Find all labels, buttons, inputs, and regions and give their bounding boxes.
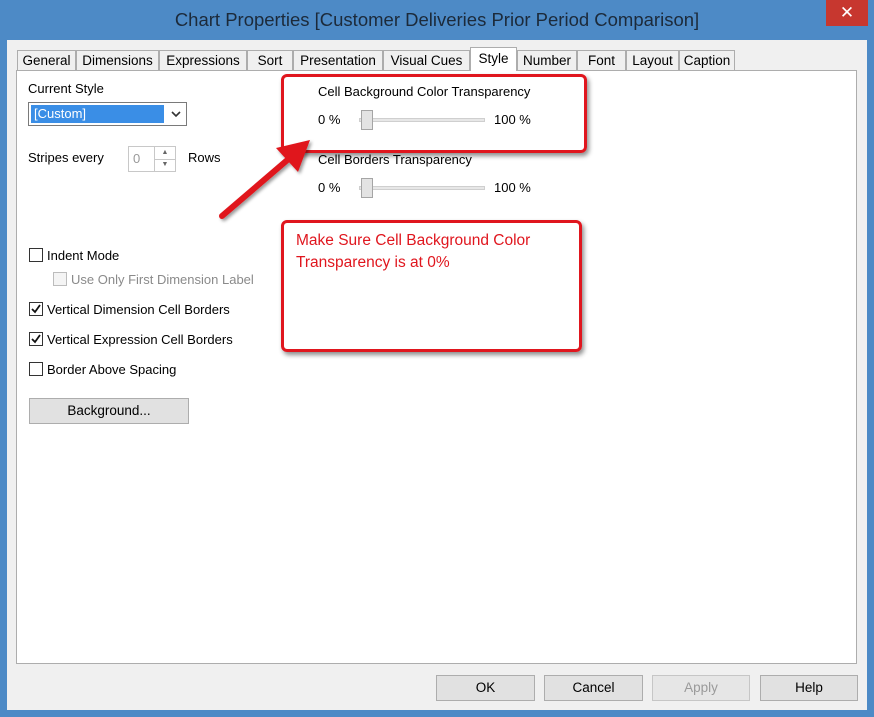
- close-icon: ✕: [839, 3, 855, 22]
- tab-expressions[interactable]: Expressions: [159, 50, 247, 70]
- first-dimension-label-checkbox[interactable]: [53, 272, 67, 286]
- tab-sort[interactable]: Sort: [247, 50, 293, 70]
- checkmark-icon: [31, 304, 41, 314]
- stripes-value: 0: [133, 151, 141, 166]
- style-tab-panel: Current Style [Custom] Stripes every 0 ▲…: [16, 70, 857, 664]
- tab-font[interactable]: Font: [577, 50, 626, 70]
- cell-borders-slider-thumb[interactable]: [361, 178, 373, 198]
- tab-style[interactable]: Style: [470, 47, 517, 71]
- border-above-spacing-label: Border Above Spacing: [47, 362, 177, 377]
- cell-borders-transparency-label: Cell Borders Transparency: [318, 152, 472, 167]
- chevron-down-icon: [171, 111, 181, 118]
- tab-number[interactable]: Number: [517, 50, 577, 70]
- checkmark-icon: [31, 334, 41, 344]
- annotation-text: Make Sure Cell Background Color Transpar…: [296, 232, 531, 271]
- stripes-every-label: Stripes every: [28, 150, 104, 165]
- cell-borders-transparency-slider[interactable]: [359, 186, 485, 190]
- border-above-spacing-checkbox[interactable]: [29, 362, 43, 376]
- indent-mode-checkbox[interactable]: [29, 248, 43, 262]
- help-button[interactable]: Help: [760, 675, 858, 701]
- cancel-button[interactable]: Cancel: [544, 675, 643, 701]
- window-title: Chart Properties [Customer Deliveries Pr…: [174, 9, 700, 30]
- tab-layout[interactable]: Layout: [626, 50, 679, 70]
- vertical-expression-borders-label: Vertical Expression Cell Borders: [47, 332, 233, 347]
- stripes-stepper[interactable]: 0 ▲ ▼: [128, 146, 176, 172]
- first-dimension-label-text: Use Only First Dimension Label: [71, 272, 254, 287]
- vertical-dimension-borders-label: Vertical Dimension Cell Borders: [47, 302, 230, 317]
- current-style-value: [Custom]: [31, 105, 164, 123]
- tab-caption[interactable]: Caption: [679, 50, 735, 70]
- title-bar[interactable]: Chart Properties [Customer Deliveries Pr…: [0, 0, 874, 40]
- stepper-down-icon[interactable]: ▼: [155, 159, 175, 171]
- apply-button[interactable]: Apply: [652, 675, 750, 701]
- indent-mode-label: Indent Mode: [47, 248, 120, 263]
- stepper-buttons: ▲ ▼: [154, 147, 175, 171]
- tab-presentation[interactable]: Presentation: [293, 50, 383, 70]
- tab-dimensions[interactable]: Dimensions: [76, 50, 159, 70]
- tab-visual-cues[interactable]: Visual Cues: [383, 50, 470, 70]
- vertical-dimension-borders-checkbox[interactable]: [29, 302, 43, 316]
- arrow-icon: [219, 140, 310, 219]
- background-button[interactable]: Background...: [29, 398, 189, 424]
- cell-borders-max-label: 100 %: [494, 180, 531, 195]
- ok-button[interactable]: OK: [436, 675, 535, 701]
- current-style-label: Current Style: [28, 81, 104, 96]
- vertical-expression-borders-checkbox[interactable]: [29, 332, 43, 346]
- close-button[interactable]: ✕: [826, 0, 868, 26]
- tab-general[interactable]: General: [17, 50, 76, 70]
- chart-properties-window: Chart Properties [Customer Deliveries Pr…: [0, 0, 874, 717]
- current-style-dropdown[interactable]: [Custom]: [28, 102, 187, 126]
